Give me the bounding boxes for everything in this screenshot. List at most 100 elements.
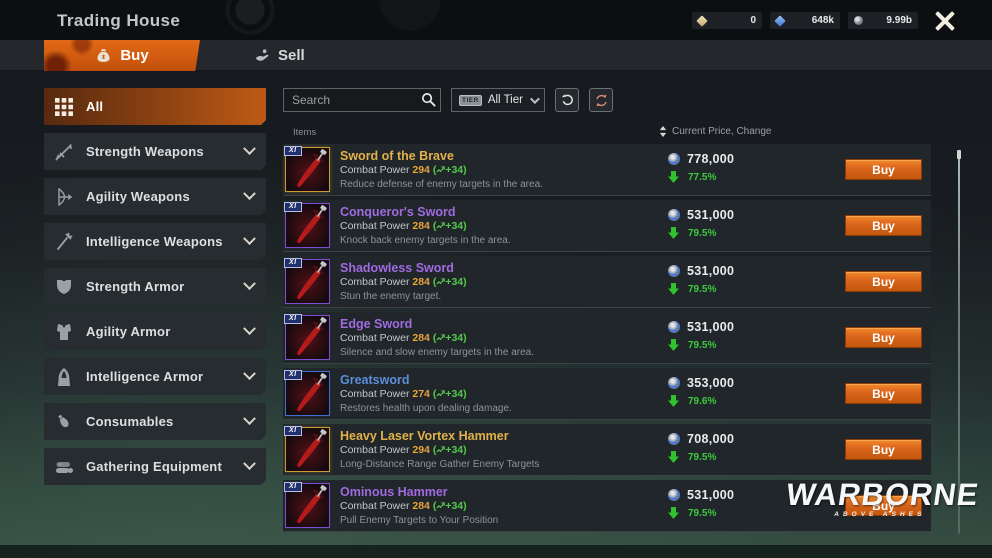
vertical-scrollbar[interactable] <box>957 150 961 534</box>
price-down-icon <box>668 395 679 407</box>
gold-gem-icon <box>696 14 708 27</box>
sort-icon <box>659 126 667 137</box>
price-group: 531,000 79.5% <box>668 208 734 239</box>
sidebar-item-intelligence-weapons[interactable]: Intelligence Weapons <box>44 223 266 260</box>
item-name: Ominous Hammer <box>340 485 448 499</box>
item-row[interactable]: XI Shadowless Sword Combat Power 284 (+3… <box>283 256 931 308</box>
item-row[interactable]: XI Sword of the Brave Combat Power 294 (… <box>283 144 931 196</box>
price-group: 778,000 77.5% <box>668 152 734 183</box>
combat-power-line: Combat Power 284 (+34) <box>340 500 467 512</box>
item-name: Sword of the Brave <box>340 149 454 163</box>
sidebar-item-agility-armor[interactable]: Agility Armor <box>44 313 266 350</box>
buy-button[interactable]: Buy <box>845 271 922 292</box>
item-name: Conqueror's Sword <box>340 205 456 219</box>
price-change-percent: 79.5% <box>688 339 717 351</box>
coin-icon <box>668 153 680 165</box>
toolbar: TIER All Tier <box>283 88 931 112</box>
buy-button[interactable]: Buy <box>845 327 922 348</box>
trend-up-icon <box>436 501 445 510</box>
sidebar-item-label: Agility Weapons <box>86 189 190 204</box>
price-down-icon <box>668 283 679 295</box>
items-column-label: Items <box>293 127 317 138</box>
item-row[interactable]: XI Greatsword Combat Power 274 (+34) Res… <box>283 368 931 420</box>
combat-power-bonus: +34 <box>445 500 464 512</box>
price-down-icon <box>668 507 679 519</box>
combat-power-line: Combat Power 274 (+34) <box>340 388 467 400</box>
close-icon[interactable] <box>932 8 958 34</box>
combat-power-bonus: +34 <box>445 220 464 232</box>
chevron-down-icon <box>529 93 540 104</box>
buy-button[interactable]: Buy <box>845 383 922 404</box>
price-sort-header[interactable]: Current Price, Change <box>659 126 772 137</box>
sell-hand-icon <box>254 47 271 64</box>
grid-icon <box>54 97 74 117</box>
main-content: TIER All Tier Items Current Price, Chang… <box>283 88 931 536</box>
sidebar-item-consumables[interactable]: Consumables <box>44 403 266 440</box>
item-row[interactable]: XI Ominous Hammer Combat Power 284 (+34)… <box>283 480 931 532</box>
sidebar-item-label: Gathering Equipment <box>86 459 222 474</box>
tier-tag: XI <box>284 426 302 436</box>
trading-house-window: Trading House 0 648k 9.99b Buy Sell All … <box>0 0 992 558</box>
sidebar-item-label: Consumables <box>86 414 174 429</box>
buy-button[interactable]: Buy <box>845 215 922 236</box>
trend-up-icon <box>436 165 445 174</box>
currency-value: 9.99b <box>886 15 912 26</box>
scrollbar-thumb[interactable] <box>957 150 961 159</box>
item-list: XI Sword of the Brave Combat Power 294 (… <box>283 144 931 532</box>
search-input[interactable] <box>283 88 441 112</box>
price-change-percent: 79.5% <box>688 227 717 239</box>
current-price: 353,000 <box>687 376 735 390</box>
item-row[interactable]: XI Edge Sword Combat Power 284 (+34) Sil… <box>283 312 931 364</box>
item-thumbnail: XI <box>284 314 330 360</box>
silver-coin-icon <box>854 16 863 25</box>
tier-tag: XI <box>284 202 302 212</box>
hammer-icon <box>316 261 328 273</box>
tab-buy[interactable]: Buy <box>44 40 200 71</box>
chevron-down-icon <box>243 232 256 245</box>
tab-sell[interactable]: Sell <box>246 40 313 71</box>
sidebar-item-all[interactable]: All <box>44 88 266 125</box>
price-group: 531,000 79.5% <box>668 320 734 351</box>
sidebar-item-label: Agility Armor <box>86 324 171 339</box>
sidebar-item-intelligence-armor[interactable]: Intelligence Armor <box>44 358 266 395</box>
tier-filter-dropdown[interactable]: TIER All Tier <box>451 88 545 112</box>
list-header: Items Current Price, Change <box>283 125 931 141</box>
tier-tag: XI <box>284 370 302 380</box>
combat-power-bonus: +34 <box>445 444 464 456</box>
sidebar-item-strength-weapons[interactable]: Strength Weapons <box>44 133 266 170</box>
item-row[interactable]: XI Conqueror's Sword Combat Power 284 (+… <box>283 200 931 252</box>
buy-button[interactable]: Buy <box>845 495 922 516</box>
price-group: 531,000 79.5% <box>668 488 734 519</box>
bow-icon <box>54 187 74 207</box>
buy-button[interactable]: Buy <box>845 439 922 460</box>
sidebar-item-label: All <box>86 99 104 114</box>
refresh-button[interactable] <box>589 88 613 112</box>
tier-tag: XI <box>284 482 302 492</box>
currency-value: 0 <box>750 15 756 26</box>
price-group: 353,000 79.6% <box>668 376 734 407</box>
current-price: 531,000 <box>687 488 735 502</box>
chevron-down-icon <box>243 367 256 380</box>
sidebar-item-gathering-equipment[interactable]: Gathering Equipment <box>44 448 266 485</box>
combat-power-line: Combat Power 284 (+34) <box>340 332 467 344</box>
tab-strip: Buy Sell <box>0 40 992 71</box>
chest-armor-icon <box>54 277 74 297</box>
item-name: Greatsword <box>340 373 410 387</box>
sidebar-item-agility-weapons[interactable]: Agility Weapons <box>44 178 266 215</box>
vest-armor-icon <box>54 322 74 342</box>
currency-value: 648k <box>811 15 834 26</box>
sword-icon <box>54 142 74 162</box>
item-description: Reduce defense of enemy targets in the a… <box>340 179 543 190</box>
buy-button[interactable]: Buy <box>845 159 922 180</box>
price-change-percent: 79.5% <box>688 451 717 463</box>
item-row[interactable]: XI Heavy Laser Vortex Hammer Combat Powe… <box>283 424 931 476</box>
coin-icon <box>668 265 680 277</box>
search-icon <box>421 92 436 107</box>
trend-up-icon <box>436 333 445 342</box>
chevron-down-icon <box>243 457 256 470</box>
reload-button[interactable] <box>555 88 579 112</box>
chevron-down-icon <box>243 322 256 335</box>
sidebar-item-strength-armor[interactable]: Strength Armor <box>44 268 266 305</box>
combat-power-bonus: +34 <box>445 164 464 176</box>
chevron-down-icon <box>243 277 256 290</box>
